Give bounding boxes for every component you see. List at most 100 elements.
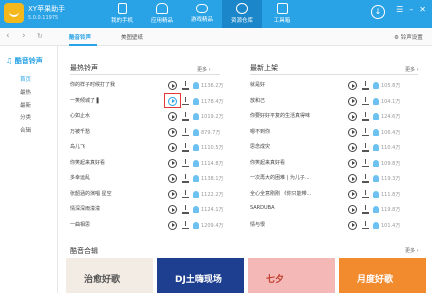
sidebar-item-new[interactable]: 最新 (20, 101, 31, 109)
set-ringtone-icon[interactable] (373, 128, 379, 136)
set-ringtone-icon[interactable] (193, 128, 199, 136)
ringtone-row[interactable]: 多幸运乱 1138.1万 (70, 174, 224, 191)
set-ringtone-icon[interactable] (193, 97, 199, 105)
download-icon[interactable] (361, 205, 370, 214)
ringtone-row[interactable]: 你要好好平复的生活真得味 124.6万 (250, 112, 400, 129)
forward-arrow-icon[interactable]: › (22, 31, 26, 41)
download-icon[interactable] (181, 96, 190, 106)
albums-more-link[interactable]: 更多 › (405, 247, 419, 254)
play-icon[interactable] (348, 158, 357, 168)
nav-resources[interactable]: 资源仓库 (222, 0, 262, 28)
close-icon[interactable]: ✕ (419, 5, 426, 14)
menu-icon[interactable]: ☰ (396, 5, 403, 14)
set-ringtone-icon[interactable] (193, 159, 199, 167)
play-icon[interactable] (348, 143, 357, 152)
set-ringtone-icon[interactable] (193, 175, 199, 182)
minimize-icon[interactable]: – (409, 5, 413, 14)
ringtone-settings-button[interactable]: ⚙ 铃声设置 (394, 33, 423, 41)
download-icon[interactable] (361, 143, 370, 152)
set-ringtone-icon[interactable] (193, 221, 199, 229)
set-ringtone-icon[interactable] (373, 82, 379, 89)
set-ringtone-icon[interactable] (193, 206, 199, 213)
tab-wallpapers[interactable]: 美图壁纸 (121, 33, 143, 41)
play-icon[interactable] (348, 205, 357, 214)
download-icon[interactable] (181, 112, 190, 121)
download-icon[interactable] (361, 96, 370, 106)
play-icon[interactable] (168, 220, 177, 230)
ringtone-row[interactable]: 张韶涵的演唱 星空 1122.2万 (70, 189, 224, 207)
ringtone-row[interactable]: 岛儿飞 1110.5万 (70, 143, 224, 160)
tab-ringtones[interactable]: 酷音铃声 (69, 33, 91, 41)
back-arrow-icon[interactable]: ‹ (6, 31, 10, 41)
play-icon[interactable] (348, 189, 357, 199)
ringtone-row[interactable]: 放和己 104.1万 (250, 96, 400, 114)
set-ringtone-icon[interactable] (373, 175, 379, 182)
set-ringtone-icon[interactable] (193, 190, 199, 198)
play-icon[interactable] (348, 220, 357, 230)
album-card[interactable]: DJ土嗨现场 (157, 258, 244, 293)
play-icon[interactable] (348, 174, 357, 183)
album-card[interactable]: 月度好歌 (339, 258, 426, 293)
download-icon[interactable] (181, 81, 190, 90)
sidebar-item-category[interactable]: 分类 (20, 113, 31, 121)
nav-my-phone[interactable]: 我的手机 (102, 0, 142, 28)
ringtone-row[interactable]: 就是好 105.8万 (250, 81, 400, 98)
set-ringtone-icon[interactable] (373, 144, 379, 151)
ringtone-row[interactable]: 一笑倾城了 ▌ 1178.4万 (70, 92, 224, 114)
download-manager-icon[interactable]: ↓ (371, 5, 385, 19)
download-icon[interactable] (181, 127, 190, 137)
set-ringtone-icon[interactable] (373, 159, 379, 167)
sidebar-item-home[interactable]: 首页 (20, 75, 31, 83)
ringtone-row[interactable]: 你笑起来真好看 1114.8万 (70, 158, 224, 176)
download-icon[interactable] (181, 205, 190, 214)
play-icon[interactable] (168, 127, 177, 137)
play-icon[interactable] (168, 112, 177, 121)
set-ringtone-icon[interactable] (193, 144, 199, 151)
ringtone-row[interactable]: 你笑起来真好看 109.8万 (250, 158, 400, 176)
download-icon[interactable] (361, 112, 370, 121)
set-ringtone-icon[interactable] (373, 206, 379, 213)
play-icon[interactable] (348, 127, 357, 137)
download-icon[interactable] (181, 143, 190, 152)
ringtone-row[interactable]: 心如止水 1019.2万 (70, 112, 224, 129)
set-ringtone-icon[interactable] (193, 82, 199, 89)
play-icon[interactable] (348, 96, 357, 106)
album-card[interactable]: 治愈好歌 (66, 258, 153, 293)
set-ringtone-icon[interactable] (373, 221, 379, 229)
nav-toolbox[interactable]: 工具箱 (262, 0, 302, 28)
hot-more-link[interactable]: 更多 › (197, 66, 211, 73)
sidebar-item-collections[interactable]: 合辑 (20, 126, 31, 134)
ringtone-row[interactable]: 情与恨 101.4万 (250, 220, 400, 238)
ringtone-row[interactable]: 一曲相思 1209.4万 (70, 220, 224, 238)
download-icon[interactable] (361, 189, 370, 199)
play-icon[interactable] (168, 189, 177, 199)
download-icon[interactable] (361, 158, 370, 168)
album-card[interactable]: 七夕 (248, 258, 335, 293)
sidebar-item-hot[interactable]: 最热 (20, 88, 31, 96)
nav-games[interactable]: 游戏精品 (182, 0, 222, 28)
download-icon[interactable] (181, 189, 190, 199)
play-icon[interactable] (168, 174, 177, 183)
play-icon[interactable] (168, 143, 177, 152)
ringtone-row[interactable]: SARDUBA 119.8万 (250, 205, 400, 222)
play-icon[interactable] (168, 158, 177, 168)
download-icon[interactable] (181, 158, 190, 168)
download-icon[interactable] (181, 174, 190, 183)
download-icon[interactable] (361, 220, 370, 230)
play-icon[interactable] (348, 112, 357, 121)
download-icon[interactable] (361, 81, 370, 90)
download-icon[interactable] (181, 220, 190, 230)
play-icon[interactable] (168, 81, 177, 90)
play-icon[interactable] (348, 81, 357, 90)
download-icon[interactable] (361, 174, 370, 183)
ringtone-row[interactable]: 一次再大的困难 | 为儿子... 119.3万 (250, 174, 400, 191)
set-ringtone-icon[interactable] (193, 113, 199, 120)
latest-more-link[interactable]: 更多 › (405, 66, 419, 73)
set-ringtone-icon[interactable] (373, 97, 379, 105)
refresh-icon[interactable]: ↻ (37, 32, 43, 40)
ringtone-row[interactable]: 你的样子时候打了我 1136.2万 (70, 81, 224, 98)
nav-apps[interactable]: 应用精品 (142, 0, 182, 28)
play-icon[interactable] (168, 205, 177, 214)
ringtone-row[interactable]: 情深深雨濛濛 1124.1万 (70, 205, 224, 222)
set-ringtone-icon[interactable] (373, 190, 379, 198)
